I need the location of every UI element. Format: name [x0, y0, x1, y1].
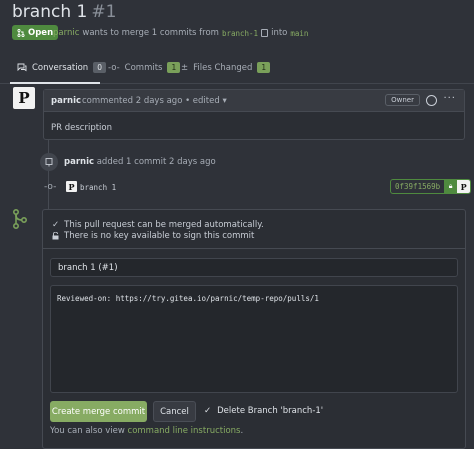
- merge-box: ✓ This pull request can be merged automa…: [42, 209, 466, 449]
- cancel-button[interactable]: Cancel: [153, 401, 196, 422]
- signer-avatar: P: [457, 180, 471, 193]
- tab-label: Files Changed: [193, 62, 253, 73]
- comment-body: PR description: [51, 123, 112, 133]
- cli-instructions: You can also view command line instructi…: [50, 426, 244, 436]
- cli-instructions-link[interactable]: command line instructions: [128, 426, 241, 436]
- files-icon: ±: [181, 62, 189, 73]
- pr-tabs: Conversation 0 -o- Commits 1 ± Files Cha…: [0, 56, 474, 84]
- lock-icon: 🔒︎: [444, 180, 458, 193]
- base-branch-link[interactable]: main: [290, 29, 308, 38]
- unlock-icon: [52, 232, 59, 240]
- tab-count: 1: [257, 62, 271, 73]
- merge-title-input[interactable]: branch 1 (#1): [50, 258, 458, 277]
- merge-message-textarea[interactable]: Reviewed-on: https://try.gitea.io/parnic…: [50, 285, 458, 393]
- merge-status-ok: ✓ This pull request can be merged automa…: [52, 220, 264, 230]
- divider: [43, 248, 465, 249]
- owner-badge: Owner: [385, 94, 420, 106]
- merge-status-key: There is no key available to sign this c…: [52, 231, 254, 241]
- tab-conversation[interactable]: Conversation 0: [17, 62, 106, 73]
- into-text: into: [271, 28, 288, 38]
- status-badge: Open: [12, 25, 59, 40]
- head-branch-link[interactable]: branch-1: [222, 29, 258, 38]
- copy-icon[interactable]: [261, 29, 269, 37]
- commit-avatar[interactable]: P: [66, 181, 77, 192]
- push-icon: [40, 153, 58, 171]
- avatar[interactable]: P: [13, 87, 35, 109]
- delete-branch-label: Delete Branch 'branch-1': [217, 406, 324, 416]
- checkmark-icon: ✓: [204, 406, 212, 416]
- timeline-text: added 1 commit 2 days ago: [96, 157, 216, 167]
- tab-label: Commits: [124, 62, 163, 73]
- tab-count: 1: [167, 62, 181, 73]
- comment-box: parnic commented 2 days ago • edited ▾ O…: [43, 89, 465, 140]
- meta-text: wants to merge 1 commits from: [82, 28, 219, 38]
- tab-files-changed[interactable]: ± Files Changed 1: [181, 62, 271, 73]
- timeline-author[interactable]: parnic: [64, 157, 94, 167]
- active-tab-indicator: [10, 82, 100, 84]
- commit-icon: -o-: [108, 62, 120, 73]
- pr-meta: parnic wants to merge 1 commits from bra…: [53, 28, 308, 38]
- timeline-line: [48, 140, 49, 210]
- emoji-icon[interactable]: [426, 95, 437, 106]
- pr-number: #1: [91, 2, 117, 22]
- timeline-event: parnic added 1 commit 2 days ago: [64, 157, 216, 167]
- commit-message-link[interactable]: branch 1: [80, 183, 116, 192]
- commit-dot-icon: -o-: [44, 182, 57, 192]
- delete-branch-checkbox[interactable]: ✓ Delete Branch 'branch-1': [204, 406, 323, 416]
- commit-sha[interactable]: 0f39f1569b: [391, 182, 444, 191]
- page-title: branch 1 #1: [12, 2, 116, 22]
- more-icon[interactable]: ···: [443, 93, 456, 104]
- merge-icon: [13, 209, 28, 229]
- tab-label: Conversation: [32, 62, 89, 73]
- commit-sha-badge[interactable]: 0f39f1569b 🔒︎ P: [390, 179, 472, 194]
- pr-title: branch 1: [12, 2, 88, 22]
- comment-info: commented 2 days ago • edited ▾: [82, 96, 227, 106]
- tab-count: 0: [93, 62, 106, 73]
- status-label: Open: [28, 27, 54, 38]
- comment-author[interactable]: parnic: [51, 96, 81, 106]
- check-icon: ✓: [52, 220, 60, 230]
- author-link[interactable]: parnic: [53, 28, 79, 38]
- create-merge-commit-button[interactable]: Create merge commit: [50, 401, 147, 422]
- chevron-down-icon: ▾: [222, 96, 227, 106]
- pull-request-icon: [17, 28, 25, 37]
- conversation-icon: [17, 63, 27, 72]
- tab-commits[interactable]: -o- Commits 1: [108, 62, 181, 73]
- comment-header: parnic commented 2 days ago • edited ▾ O…: [44, 90, 464, 112]
